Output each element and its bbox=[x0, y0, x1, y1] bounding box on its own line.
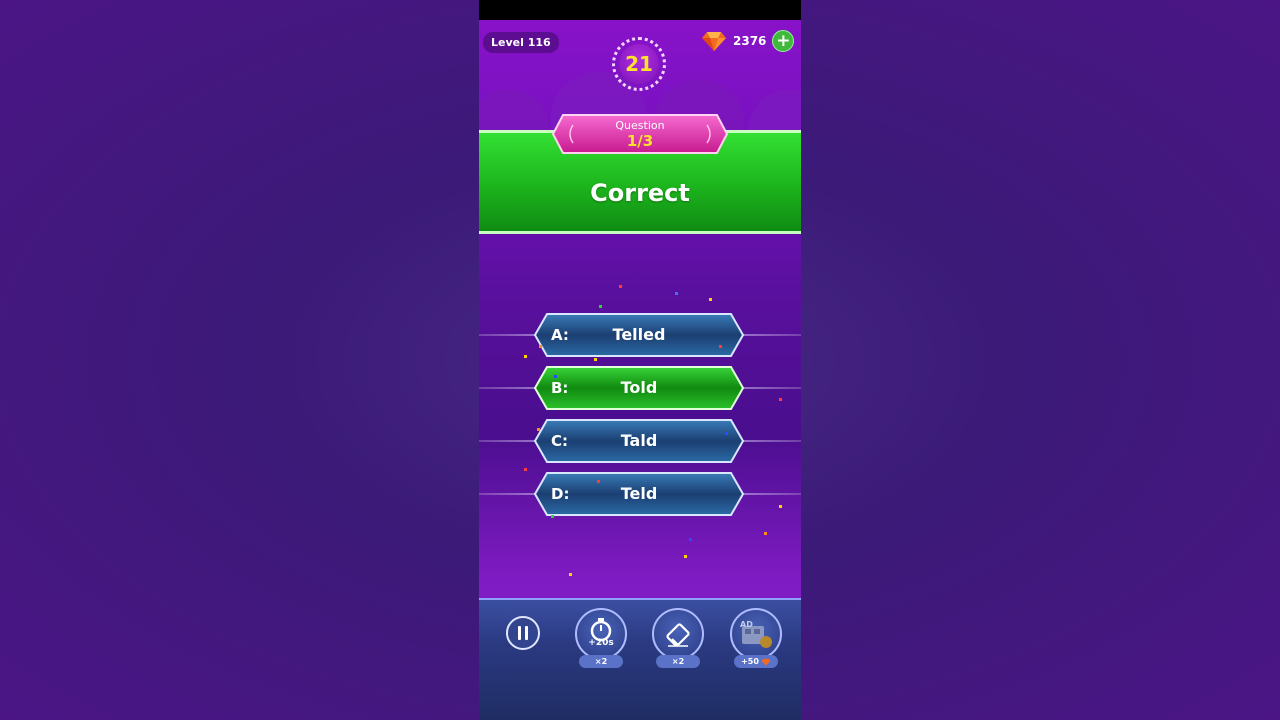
confetti-piece bbox=[619, 285, 622, 288]
confetti-piece bbox=[675, 292, 678, 295]
answer-text: Telled bbox=[612, 325, 666, 344]
confetti-piece bbox=[684, 555, 687, 558]
gem-count: 2376 bbox=[733, 34, 767, 48]
eraser-icon bbox=[666, 623, 690, 647]
pause-button[interactable] bbox=[506, 616, 540, 650]
confetti-piece bbox=[551, 515, 554, 518]
confetti-piece bbox=[539, 345, 542, 348]
confetti-piece bbox=[689, 538, 692, 541]
gem-icon bbox=[702, 32, 726, 51]
confetti-piece bbox=[524, 355, 527, 358]
add-time-count: ×2 bbox=[579, 655, 623, 668]
confetti-piece bbox=[779, 505, 782, 508]
level-indicator: Level 116 bbox=[483, 32, 559, 53]
confetti-piece bbox=[709, 298, 712, 301]
powerup-bar: +20s ×2 ×2 AD +50 bbox=[479, 598, 801, 720]
add-time-label: +20s bbox=[588, 638, 614, 648]
answer-text: Teld bbox=[620, 484, 658, 503]
ad-reward-powerup[interactable]: AD bbox=[730, 608, 782, 660]
question-label: Question bbox=[615, 119, 665, 132]
result-text: Correct bbox=[590, 179, 690, 207]
ad-reward-amount: +50 bbox=[741, 657, 759, 666]
answer-row-a: A: Telled bbox=[479, 312, 801, 358]
answer-option-d[interactable]: D: Teld bbox=[533, 471, 745, 517]
confetti-piece bbox=[554, 375, 557, 378]
answer-option-b[interactable]: B: Told bbox=[533, 365, 745, 411]
ad-video-icon: AD bbox=[740, 620, 772, 648]
add-gems-button[interactable]: + bbox=[772, 30, 795, 52]
confetti-piece bbox=[599, 305, 602, 308]
question-progress: 1/3 bbox=[626, 132, 654, 150]
answer-text: Tald bbox=[620, 431, 658, 450]
answer-row-d: D: Teld bbox=[479, 471, 801, 517]
confetti-piece bbox=[719, 345, 722, 348]
answer-option-c[interactable]: C: Tald bbox=[533, 418, 745, 464]
gem-icon bbox=[761, 658, 771, 666]
confetti-piece bbox=[524, 468, 527, 471]
confetti-piece bbox=[764, 532, 767, 535]
status-bar bbox=[479, 0, 801, 20]
eraser-count: ×2 bbox=[656, 655, 700, 668]
answer-row-b: B: Told bbox=[479, 365, 801, 411]
answer-text: Told bbox=[620, 378, 658, 397]
confetti-piece bbox=[569, 573, 572, 576]
question-badge: Question 1/3 bbox=[551, 113, 729, 155]
confetti-piece bbox=[594, 358, 597, 361]
answer-option-a[interactable]: A: Telled bbox=[533, 312, 745, 358]
countdown-timer: 21 bbox=[612, 37, 666, 91]
ad-badge-text: AD bbox=[740, 620, 753, 629]
confetti-piece bbox=[779, 398, 782, 401]
confetti-piece bbox=[537, 428, 540, 431]
gem-balance: 2376 + bbox=[701, 30, 795, 52]
ad-reward-count: +50 bbox=[734, 655, 778, 668]
timer-value: 21 bbox=[619, 44, 659, 84]
confetti-piece bbox=[597, 480, 600, 483]
add-time-powerup[interactable]: +20s bbox=[575, 608, 627, 660]
game-screen: Level 116 21 2376 + Correct Question 1/3… bbox=[479, 0, 801, 720]
pause-icon bbox=[518, 626, 528, 640]
confetti-piece bbox=[725, 432, 728, 435]
answer-row-c: C: Tald bbox=[479, 418, 801, 464]
eraser-powerup[interactable] bbox=[652, 608, 704, 660]
